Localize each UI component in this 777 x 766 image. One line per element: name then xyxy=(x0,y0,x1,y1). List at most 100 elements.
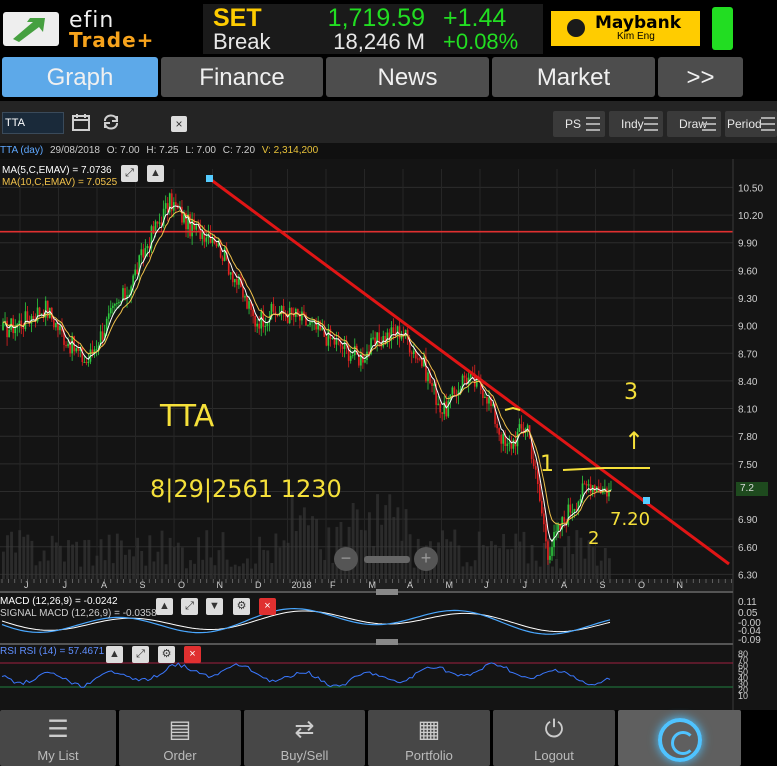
volume-bar xyxy=(95,555,99,579)
candle-body xyxy=(301,311,303,321)
rsi-remove-icon[interactable]: × xyxy=(184,646,201,663)
x-tick-label: A xyxy=(407,580,413,590)
nav-logout[interactable]: ⏻ Logout xyxy=(493,710,615,766)
last-price-tag: 7.2 xyxy=(736,482,768,496)
symbol-input[interactable]: TTA xyxy=(2,112,64,134)
expand-icon[interactable]: ⤢ xyxy=(121,165,138,182)
y-tick-label: 6.30 xyxy=(738,570,758,581)
candle-body xyxy=(563,517,566,522)
macd-move-up-icon[interactable]: ▲ xyxy=(156,598,173,615)
tab-news[interactable]: News xyxy=(326,57,489,97)
candle-body xyxy=(549,555,551,560)
y-tick-label: 10.50 xyxy=(738,183,763,194)
candle-body xyxy=(140,249,143,256)
nav-order[interactable]: ▤ Order xyxy=(119,710,241,766)
macd-panel-divider xyxy=(0,591,733,593)
volume-bar xyxy=(213,565,217,579)
volume-bar xyxy=(79,566,83,579)
close-icon[interactable]: × xyxy=(171,116,187,132)
volume-value: 2,314,200 xyxy=(273,145,319,156)
x-tick-label: M xyxy=(369,580,377,590)
zoom-slider[interactable] xyxy=(364,556,410,563)
candle-body xyxy=(118,302,120,304)
nav-logout-label: Logout xyxy=(534,748,574,763)
candle-body xyxy=(264,326,267,328)
volume-bar xyxy=(217,550,221,579)
move-up-icon[interactable]: ▲ xyxy=(147,165,164,182)
macd-move-down-icon[interactable]: ▼ xyxy=(206,598,223,615)
x-tick-label: D xyxy=(255,580,262,590)
macd-expand-icon[interactable]: ⤢ xyxy=(181,598,198,615)
candle-body xyxy=(244,296,246,298)
candle-body xyxy=(526,425,529,429)
refresh-icon[interactable] xyxy=(100,112,122,134)
price-chart[interactable]: 10.50 10.20 9.90 9.60 9.30 9.00 8.70 8.40 8.10 7.… xyxy=(0,159,777,710)
volume-bar xyxy=(107,534,111,579)
candle-body xyxy=(156,221,159,224)
index-change-pct: +0.08% xyxy=(443,29,519,54)
candle-body xyxy=(22,327,25,329)
logo-arrow-icon xyxy=(3,12,59,46)
volume-bar xyxy=(563,546,567,579)
volume-bar xyxy=(75,541,79,579)
candle-body xyxy=(557,523,559,532)
volume-bar xyxy=(449,541,453,579)
candle-body xyxy=(205,237,208,242)
volume-bar xyxy=(457,545,461,579)
calendar-icon[interactable] xyxy=(70,112,92,134)
volume-bar xyxy=(63,561,66,579)
candle-body xyxy=(77,348,80,352)
zoom-in-button[interactable]: + xyxy=(414,547,438,571)
set-index-ticker[interactable]: SET Break 1,719.59 18,246 M +1.44 +0.08% xyxy=(203,4,543,54)
y-tick-label: 9.60 xyxy=(738,266,758,277)
tab-finance[interactable]: Finance xyxy=(161,57,323,97)
indicator-button[interactable]: Indy xyxy=(609,111,663,137)
candle-body xyxy=(539,484,541,501)
rsi-expand-icon[interactable]: ⤢ xyxy=(132,646,149,663)
macd-remove-icon[interactable]: × xyxy=(259,598,276,615)
tab-more[interactable]: >> xyxy=(658,57,743,97)
nav-efin-home[interactable] xyxy=(618,710,741,766)
volume-bar xyxy=(302,507,306,579)
volume-bar xyxy=(54,542,58,579)
ps-button[interactable]: PS xyxy=(553,111,605,137)
volume-bar xyxy=(514,533,518,579)
candle-body xyxy=(116,303,118,305)
volume-bar xyxy=(327,527,331,579)
candle-body xyxy=(520,424,523,429)
volume-bar xyxy=(294,531,298,579)
chart-canvas[interactable]: 10.50 10.20 9.90 9.60 9.30 9.00 8.70 8.40 8.10 7.… xyxy=(0,159,777,710)
rsi-settings-icon[interactable]: ⚙ xyxy=(158,646,175,663)
volume-bar xyxy=(221,532,225,579)
candle-body xyxy=(583,483,586,485)
nav-buy-sell-label: Buy/Sell xyxy=(280,748,329,763)
volume-bar xyxy=(453,529,457,579)
rsi-move-up-icon[interactable]: ▲ xyxy=(106,646,123,663)
nav-portfolio-label: Portfolio xyxy=(405,748,453,763)
nav-my-list[interactable]: ☰ My List xyxy=(0,710,116,766)
volume-bar xyxy=(144,565,148,579)
zoom-out-button[interactable]: − xyxy=(334,547,358,571)
candle-body xyxy=(256,323,258,327)
volume-bar xyxy=(567,536,571,579)
high-value: 7.25 xyxy=(159,145,179,156)
candle-body xyxy=(541,500,543,514)
candle-body xyxy=(260,311,263,329)
volume-bar xyxy=(262,549,266,579)
draw-button[interactable]: Draw xyxy=(667,111,721,137)
tab-graph[interactable]: Graph xyxy=(2,57,158,97)
macd-settings-icon[interactable]: ⚙ xyxy=(233,598,250,615)
volume-bar xyxy=(579,537,583,579)
volume-bar xyxy=(83,540,87,579)
candle-body xyxy=(510,442,513,449)
volume-bar xyxy=(115,533,119,579)
volume-bar xyxy=(34,565,38,579)
candle-body xyxy=(325,336,328,346)
macd-value: MACD (12,26,9) = -0.0242 xyxy=(0,596,118,607)
tab-market[interactable]: Market xyxy=(492,57,655,97)
nav-buy-sell[interactable]: ⇄ Buy/Sell xyxy=(244,710,365,766)
indicator-button-label: Indy xyxy=(621,117,644,131)
period-button[interactable]: Period xyxy=(725,111,777,137)
nav-portfolio[interactable]: ▦ Portfolio xyxy=(368,710,490,766)
candle-body xyxy=(71,336,73,354)
